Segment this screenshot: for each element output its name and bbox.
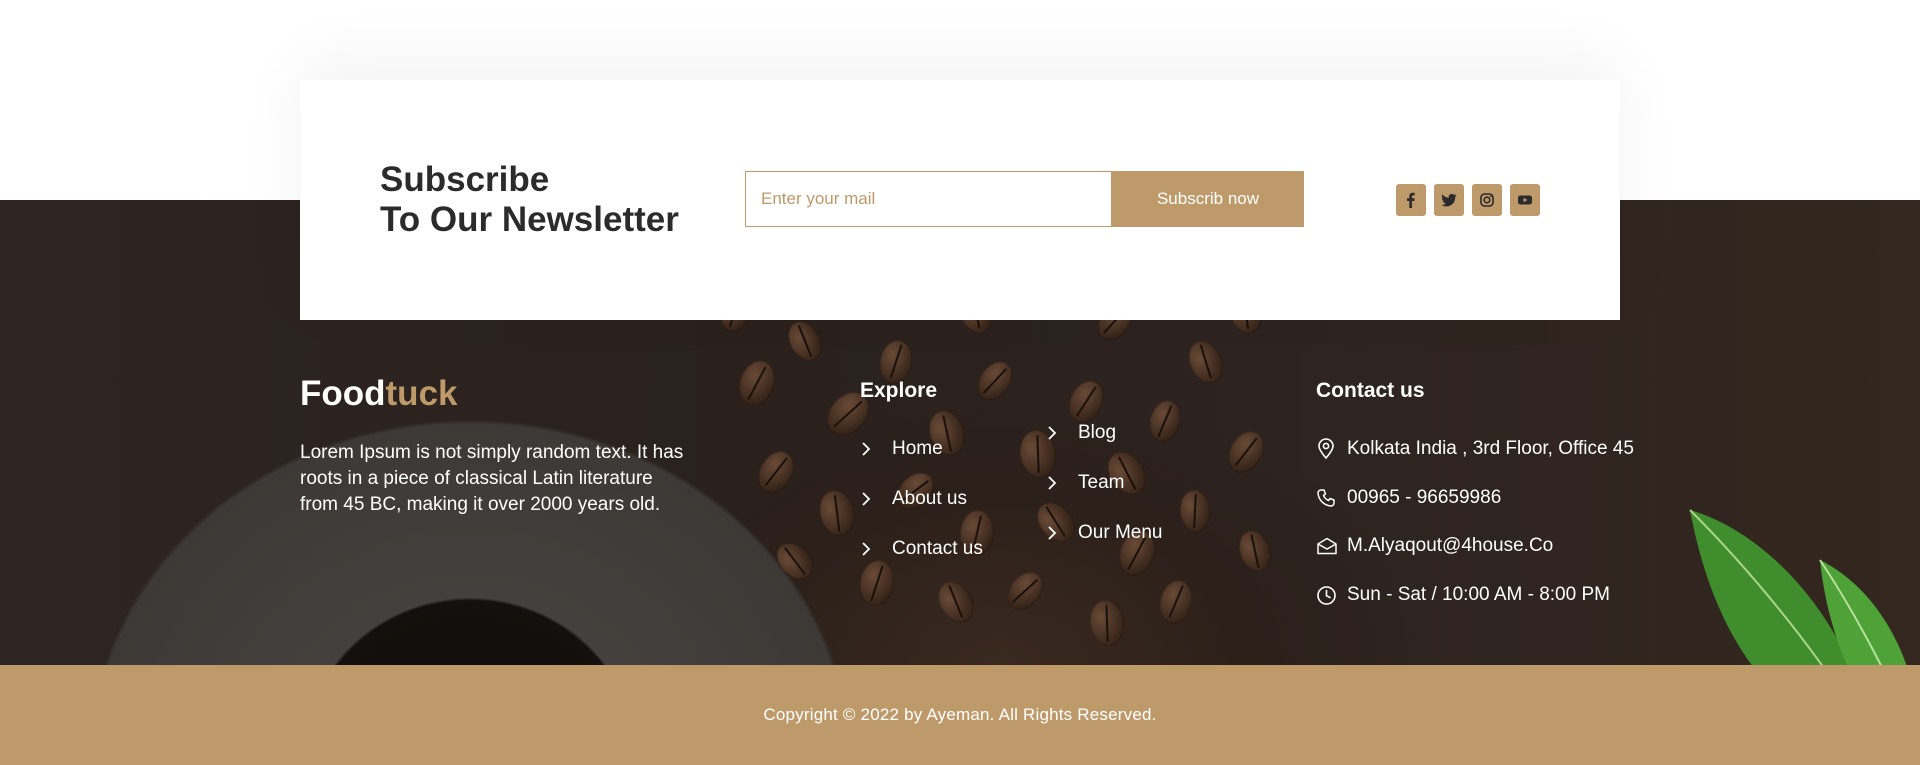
contact-title: Contact us xyxy=(1316,379,1425,402)
social-links xyxy=(1396,184,1540,216)
coffee-bean xyxy=(1221,424,1271,480)
facebook-icon xyxy=(1407,192,1415,208)
nav-link-about-us[interactable]: About us xyxy=(860,488,967,510)
chevron-right-icon xyxy=(860,542,892,556)
nav-link-label: Our Menu xyxy=(1078,522,1163,543)
coffee-bean xyxy=(1154,576,1198,628)
chevron-right-icon xyxy=(1046,426,1078,440)
facebook-link[interactable] xyxy=(1396,184,1426,216)
coffee-bean xyxy=(1062,375,1110,429)
coffee-bean xyxy=(781,315,829,367)
email-input[interactable] xyxy=(745,171,1112,227)
coffee-bean xyxy=(856,557,898,609)
newsletter-title-line2: To Our Newsletter xyxy=(380,200,679,239)
coffee-bean xyxy=(1145,396,1185,446)
instagram-link[interactable] xyxy=(1472,184,1502,216)
twitter-icon xyxy=(1441,193,1457,207)
instagram-icon xyxy=(1480,193,1494,207)
coffee-bean xyxy=(1086,597,1128,649)
copyright-bar: Copyright © 2022 by Ayeman. All Rights R… xyxy=(0,665,1920,765)
nav-link-contact-us[interactable]: Contact us xyxy=(860,538,983,560)
brand-part1: Food xyxy=(300,374,386,413)
youtube-link[interactable] xyxy=(1510,184,1540,216)
copyright-text: Copyright © 2022 by Ayeman. All Rights R… xyxy=(763,705,1157,724)
coffee-bean xyxy=(931,574,981,630)
subscribe-button[interactable]: Subscrib now xyxy=(1112,171,1304,227)
nav-link-team[interactable]: Team xyxy=(1046,472,1124,494)
newsletter-title-line1: Subscribe xyxy=(380,160,550,199)
mail-icon xyxy=(1316,537,1347,555)
contact-phone[interactable]: 00965 - 96659986 xyxy=(1316,487,1501,509)
chevron-right-icon xyxy=(860,492,892,506)
about-text: Lorem Ipsum is not simply random text. I… xyxy=(300,442,684,515)
twitter-link[interactable] xyxy=(1434,184,1464,216)
newsletter-title: Subscribe To Our Newsletter xyxy=(380,160,679,240)
location-pin-icon xyxy=(1316,438,1347,460)
coffee-bean xyxy=(769,535,821,587)
coffee-bean xyxy=(751,444,801,500)
coffee-bean xyxy=(1233,526,1277,576)
nav-link-home[interactable]: Home xyxy=(860,438,943,460)
chevron-right-icon xyxy=(860,442,892,456)
nav-link-our-menu[interactable]: Our Menu xyxy=(1046,522,1162,544)
clock-icon xyxy=(1316,585,1347,606)
nav-link-blog[interactable]: Blog xyxy=(1046,422,1116,444)
newsletter-card: Subscribe To Our Newsletter Subscrib now xyxy=(300,80,1620,320)
contact-email[interactable]: M.Alyaqout@4house.Co xyxy=(1316,535,1553,557)
brand-part2: tuck xyxy=(385,374,458,413)
contact-address-text: Kolkata India , 3rd Floor, Office 45 xyxy=(1347,438,1634,459)
contact-address: Kolkata India , 3rd Floor, Office 45 xyxy=(1316,438,1634,460)
coffee-bean xyxy=(1000,565,1050,617)
nav-link-label: Blog xyxy=(1078,422,1117,443)
youtube-icon xyxy=(1518,195,1532,205)
contact-phone-text: 00965 - 96659986 xyxy=(1347,487,1502,508)
chevron-right-icon xyxy=(1046,476,1078,490)
nav-link-label: Team xyxy=(1078,472,1125,493)
contact-hours-text: Sun - Sat / 10:00 AM - 8:00 PM xyxy=(1347,584,1610,605)
contact-email-text: M.Alyaqout@4house.Co xyxy=(1347,535,1554,556)
coffee-bean xyxy=(1182,335,1230,389)
nav-link-label: Home xyxy=(892,438,943,459)
coffee-bean xyxy=(814,486,860,540)
brand-logo[interactable]: Foodtuck xyxy=(300,374,458,414)
nav-link-label: About us xyxy=(892,488,967,509)
contact-hours: Sun - Sat / 10:00 AM - 8:00 PM xyxy=(1316,584,1610,606)
coffee-bean xyxy=(1178,488,1212,534)
nav-link-label: Contact us xyxy=(892,538,983,559)
coffee-bean xyxy=(970,355,1020,407)
phone-icon xyxy=(1316,488,1347,508)
explore-title: Explore xyxy=(860,379,938,402)
coffee-bean xyxy=(733,355,781,411)
chevron-right-icon xyxy=(1046,526,1078,540)
